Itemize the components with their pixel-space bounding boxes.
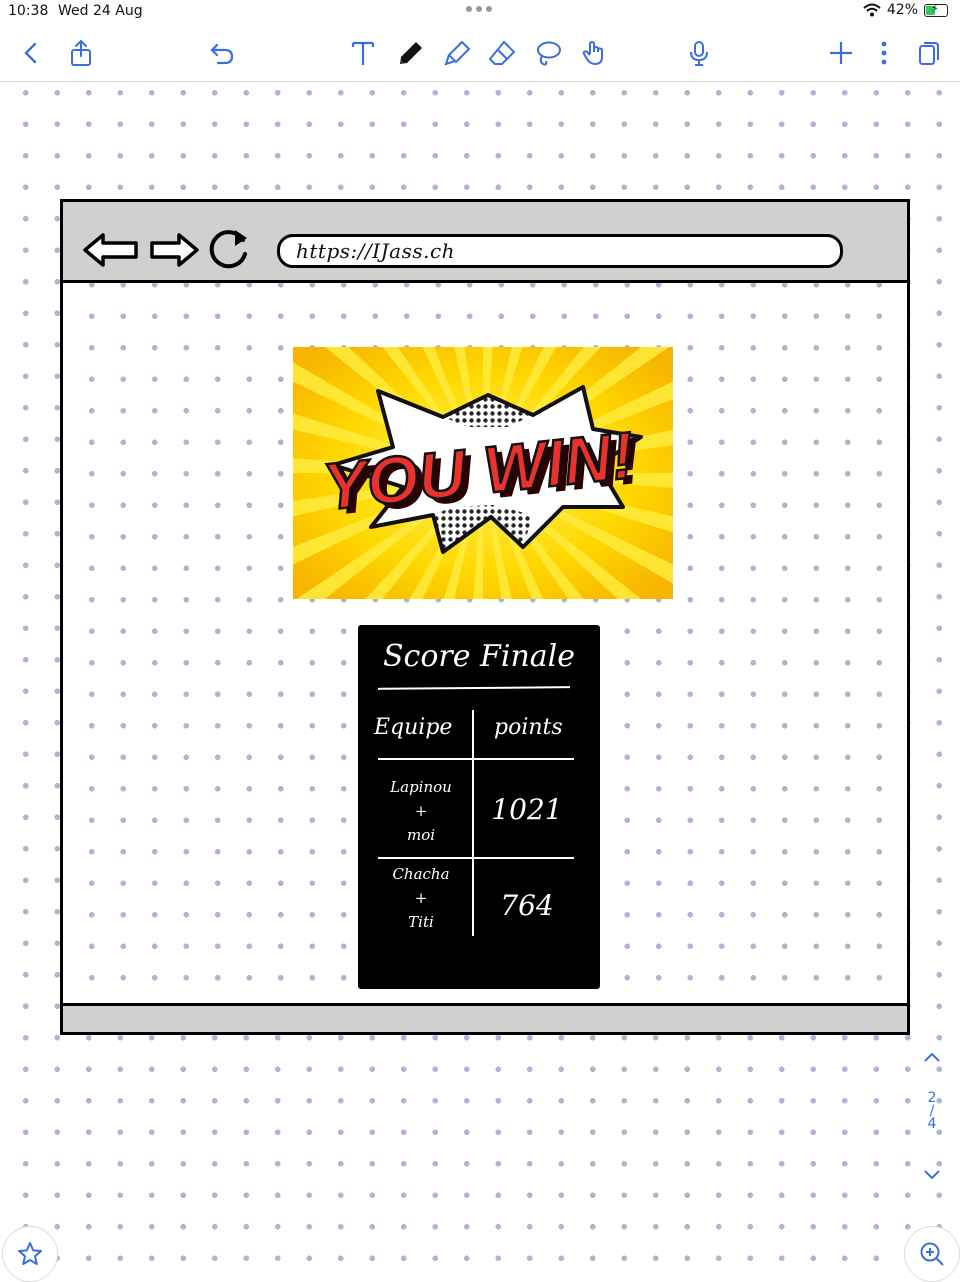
reload-icon [209,230,247,269]
sketched-browser-topbar: https://IJass.ch [63,202,907,283]
plus-icon [830,42,852,64]
sketched-browser-bottombar [63,1003,907,1032]
page-indicator: 2 / 4 [916,1090,948,1132]
chevron-down-icon [924,1170,940,1180]
sketched-url-text: https://IJass.ch [296,239,456,263]
status-right: 42% ⚡ [863,2,948,18]
team-name-line: Chacha [392,865,450,883]
lasso-icon [537,41,561,66]
lasso-tool-button[interactable] [531,36,565,70]
sketched-browser-window: https://IJass.ch YOU WIN! YOU WIN! Score… [60,199,910,1035]
eraser-tool-button[interactable] [485,36,519,70]
team-name-line: moi [406,826,436,844]
status-bar: 10:38 Wed 24 Aug 42% ⚡ [0,0,960,24]
wifi-icon [863,3,881,17]
table-row: Chacha + Titi [376,862,466,934]
status-date: Wed 24 Aug [58,3,143,19]
highlighter-icon [444,40,471,66]
pages-button[interactable] [912,36,946,70]
team-plus-line: + [414,889,428,907]
favorite-button[interactable] [2,1226,58,1282]
pages-icon [919,42,939,65]
column-header-team: Equipe [374,715,453,740]
page-up-button[interactable] [916,1050,948,1068]
eraser-icon [488,40,516,65]
team-points: 764 [500,889,554,922]
chevron-up-icon [924,1052,940,1062]
row-divider [378,857,574,859]
pen-tool-button[interactable] [393,36,427,70]
battery-icon: ⚡ [924,2,948,17]
zoom-in-icon [920,1242,944,1266]
multitasking-dots-icon[interactable] [466,6,492,12]
more-button[interactable] [867,36,901,70]
undo-button[interactable] [205,36,239,70]
undo-icon [210,43,234,65]
back-button[interactable] [14,36,48,70]
share-button[interactable] [64,36,98,70]
team-name-line: Titi [408,913,434,931]
status-time: 10:38 [8,3,49,19]
star-icon [18,1242,42,1265]
page-down-button[interactable] [916,1168,948,1186]
column-divider [472,710,474,936]
text-tool-icon [351,41,375,65]
scoreboard-title-underline [377,686,571,690]
more-vertical-icon [881,41,887,65]
you-win-banner-image: YOU WIN! YOU WIN! [293,347,673,599]
team-plus-line: + [414,802,428,820]
scoreboard: Score Finale Equipe points Lapinou + moi… [358,625,600,989]
team-points: 1021 [491,793,563,826]
team-name-line: Lapinou [390,778,452,796]
hand-tool-button[interactable] [577,36,611,70]
hand-pointer-icon [582,41,603,65]
add-button[interactable] [824,36,858,70]
forward-arrow-icon [150,233,199,267]
microphone-icon [690,41,708,66]
battery-percent: 42% [886,2,918,18]
header-row-divider [378,758,574,760]
scoreboard-title: Score Finale [382,639,575,674]
highlighter-tool-button[interactable] [440,36,474,70]
zoom-button[interactable] [904,1226,960,1282]
pen-icon [400,42,422,64]
share-icon [71,39,91,66]
app-toolbar [0,24,960,82]
chevron-left-icon [24,42,37,64]
dictation-button[interactable] [682,36,716,70]
page-separator: / [929,1103,935,1119]
table-row: Lapinou + moi [376,775,466,847]
text-tool-button[interactable] [346,36,380,70]
back-arrow-icon [83,233,138,267]
sketched-url-bar: https://IJass.ch [277,234,843,268]
comic-burst-image: YOU WIN! YOU WIN! [293,347,673,599]
column-header-points: points [494,715,563,740]
page-total: 4 [927,1116,937,1132]
